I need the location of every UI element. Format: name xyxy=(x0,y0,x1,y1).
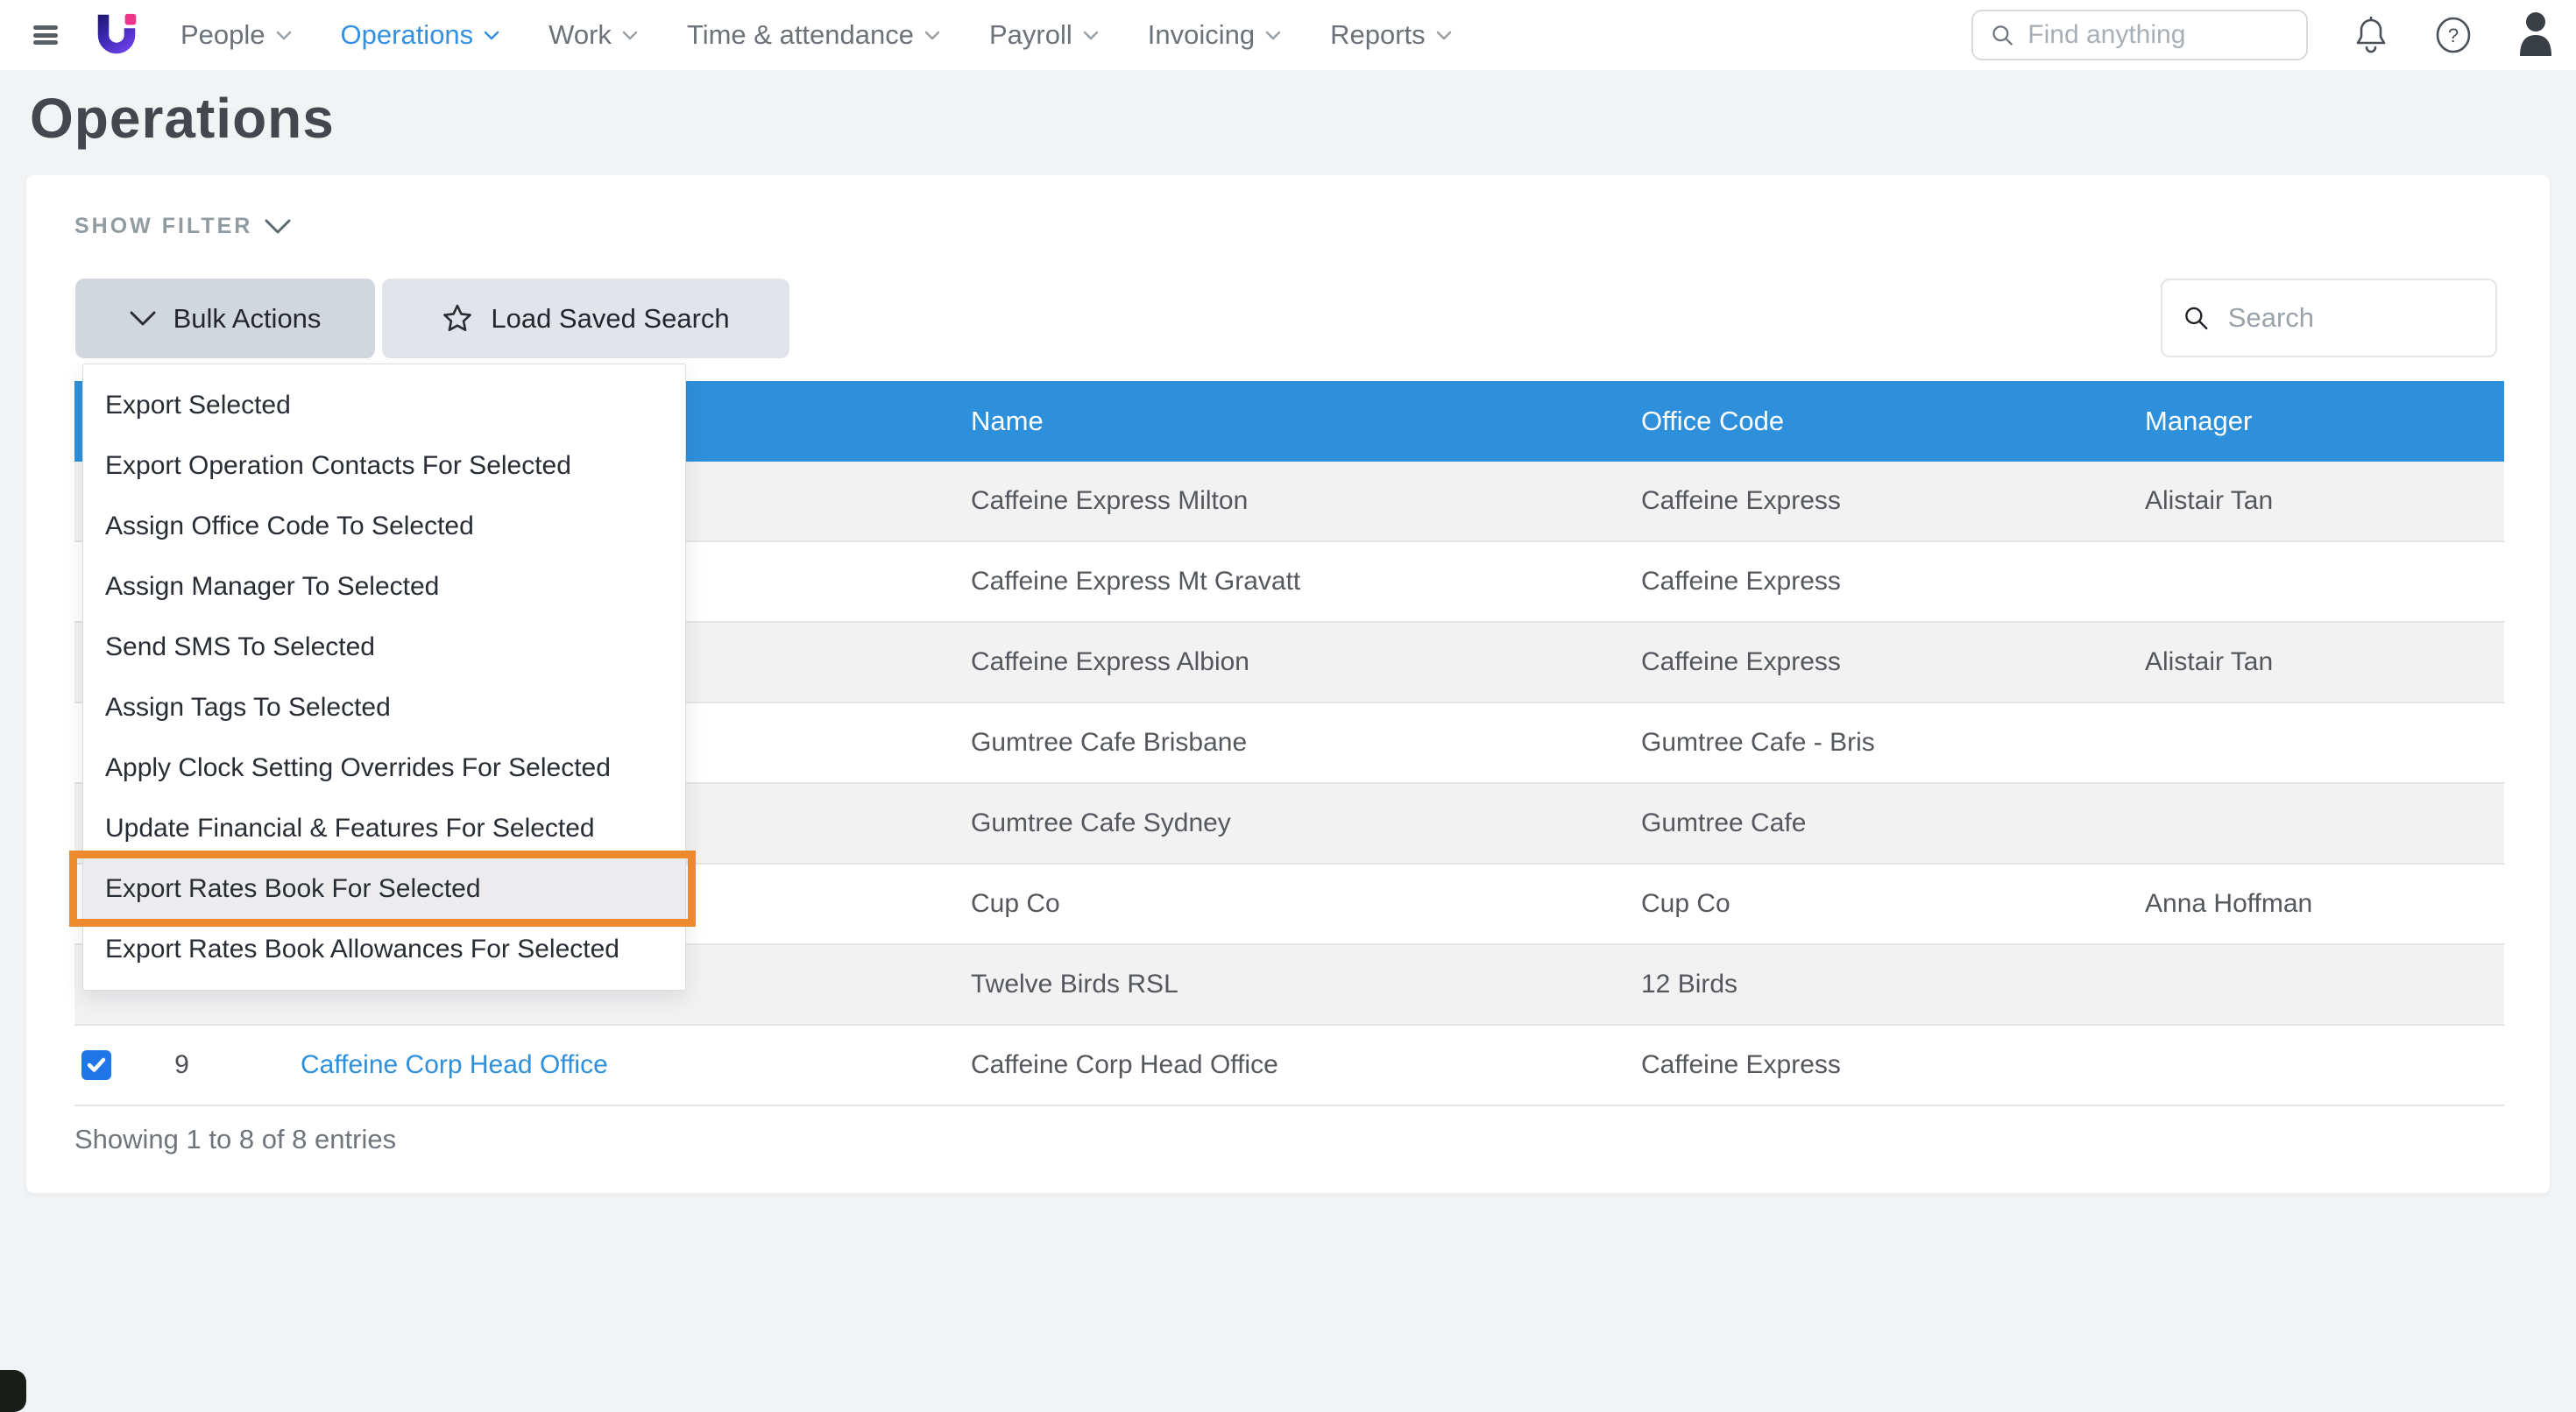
row-manager: Alistair Tan xyxy=(2138,486,2504,516)
chevron-down-icon xyxy=(1265,31,1281,40)
bulk-menu-item[interactable]: Export Selected xyxy=(83,375,685,435)
bulk-menu-item[interactable]: Assign Tags To Selected xyxy=(83,677,685,738)
nav-item-reports[interactable]: Reports xyxy=(1330,19,1452,51)
row-name: Caffeine Express Mt Gravatt xyxy=(964,567,1634,597)
operation-link[interactable]: Caffeine Corp Head Office xyxy=(301,1050,608,1079)
row-manager: Alistair Tan xyxy=(2138,647,2504,677)
bulk-menu-item[interactable]: Send SMS To Selected xyxy=(83,617,685,677)
nav-label: Payroll xyxy=(989,19,1072,51)
bulk-menu-item[interactable]: Apply Clock Setting Overrides For Select… xyxy=(83,738,685,798)
bulk-menu-item[interactable]: Assign Manager To Selected xyxy=(83,556,685,617)
row-office-code: Caffeine Express xyxy=(1634,647,2138,677)
nav-item-time-attendance[interactable]: Time & attendance xyxy=(687,19,940,51)
bell-icon xyxy=(2353,16,2388,54)
nav-item-work[interactable]: Work xyxy=(548,19,638,51)
table-row: 9 Caffeine Corp Head Office Caffeine Corp … xyxy=(74,1026,2504,1106)
question-mark-icon: ? xyxy=(2434,16,2473,54)
row-office-code: Caffeine Express xyxy=(1634,567,2138,597)
nav-label: Reports xyxy=(1330,19,1426,51)
row-office-code: Gumtree Cafe - Bris xyxy=(1634,728,2138,758)
bulk-actions-button[interactable]: Bulk Actions xyxy=(75,279,375,358)
row-office-code: Cup Co xyxy=(1634,889,2138,919)
header-name[interactable]: Name xyxy=(964,406,1634,437)
chevron-down-icon xyxy=(276,31,292,40)
topbar-right: ? xyxy=(1971,0,2576,70)
hamburger-menu-icon[interactable] xyxy=(33,25,58,45)
chevron-down-icon xyxy=(484,31,499,40)
row-name: Caffeine Express Albion xyxy=(964,647,1634,677)
svg-text:?: ? xyxy=(2448,25,2459,46)
bulk-menu-item[interactable]: Export Rates Book For Selected xyxy=(83,858,685,919)
row-checkbox-cell xyxy=(74,1050,136,1080)
brand-logo[interactable] xyxy=(91,10,142,60)
bulk-actions-label: Bulk Actions xyxy=(173,303,322,335)
search-icon xyxy=(1991,22,2013,48)
bulk-menu-item[interactable]: Export Rates Book Allowances For Selecte… xyxy=(83,919,685,979)
global-search xyxy=(1971,10,2308,60)
header-manager[interactable]: Manager xyxy=(2138,406,2504,437)
chevron-down-icon xyxy=(130,311,156,326)
top-navigation-bar: People Operations Work Time & attendance… xyxy=(0,0,2576,70)
bulk-menu-item[interactable]: Update Financial & Features For Selected xyxy=(83,798,685,858)
entries-summary: Showing 1 to 8 of 8 entries xyxy=(74,1124,396,1155)
row-link-cell: Caffeine Corp Head Office xyxy=(228,1050,964,1080)
nav-label: People xyxy=(180,19,265,51)
user-avatar[interactable] xyxy=(2515,11,2557,60)
global-search-input[interactable] xyxy=(2028,20,2289,50)
bulk-actions-dropdown: Export SelectedExport Operation Contacts… xyxy=(82,364,686,991)
page-title: Operations xyxy=(30,86,335,151)
row-office-code: Gumtree Cafe xyxy=(1634,808,2138,838)
row-id: 9 xyxy=(136,1050,228,1080)
load-saved-search-label: Load Saved Search xyxy=(491,303,729,335)
main-nav: People Operations Work Time & attendance… xyxy=(180,19,1452,51)
header-office-code[interactable]: Office Code xyxy=(1634,406,2138,437)
star-icon xyxy=(442,303,473,335)
show-filter-toggle[interactable]: SHOW FILTER xyxy=(74,214,291,239)
row-office-code: 12 Birds xyxy=(1634,970,2138,999)
bulk-menu-item[interactable]: Export Operation Contacts For Selected xyxy=(83,435,685,496)
row-checkbox-checked[interactable] xyxy=(81,1050,111,1080)
nav-label: Operations xyxy=(341,19,474,51)
chevron-down-icon xyxy=(265,219,291,234)
table-search-input[interactable] xyxy=(2228,302,2474,334)
row-name: Twelve Birds RSL xyxy=(964,970,1634,999)
row-name: Caffeine Corp Head Office xyxy=(964,1050,1634,1080)
nav-label: Invoicing xyxy=(1148,19,1255,51)
chevron-down-icon xyxy=(622,31,638,40)
nav-item-people[interactable]: People xyxy=(180,19,292,51)
row-name: Caffeine Express Milton xyxy=(964,486,1634,516)
row-office-code: Caffeine Express xyxy=(1634,1050,2138,1080)
row-manager: Anna Hoffman xyxy=(2138,889,2504,919)
bulk-menu-item[interactable]: Assign Office Code To Selected xyxy=(83,496,685,556)
chevron-down-icon xyxy=(1083,31,1099,40)
show-filter-label: SHOW FILTER xyxy=(74,214,252,239)
nav-label: Time & attendance xyxy=(687,19,914,51)
help-button[interactable]: ? xyxy=(2434,16,2473,54)
row-name: Cup Co xyxy=(964,889,1634,919)
chevron-down-icon xyxy=(1436,31,1452,40)
notifications-button[interactable] xyxy=(2353,16,2388,54)
table-search xyxy=(2161,279,2497,357)
nav-item-invoicing[interactable]: Invoicing xyxy=(1148,19,1281,51)
chevron-down-icon xyxy=(924,31,940,40)
person-silhouette-icon xyxy=(2515,11,2557,56)
nav-item-payroll[interactable]: Payroll xyxy=(989,19,1099,51)
nav-item-operations[interactable]: Operations xyxy=(341,19,500,51)
nav-label: Work xyxy=(548,19,612,51)
chat-widget-corner[interactable] xyxy=(0,1370,26,1412)
search-icon xyxy=(2183,303,2209,333)
load-saved-search-button[interactable]: Load Saved Search xyxy=(382,279,789,358)
row-name: Gumtree Cafe Brisbane xyxy=(964,728,1634,758)
row-name: Gumtree Cafe Sydney xyxy=(964,808,1634,838)
highlight-frame xyxy=(69,851,696,927)
row-office-code: Caffeine Express xyxy=(1634,486,2138,516)
